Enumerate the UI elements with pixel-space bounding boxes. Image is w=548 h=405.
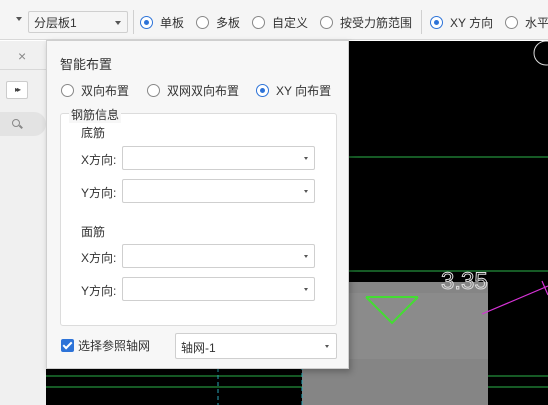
radio-label: XY 向布置 <box>276 84 332 98</box>
grid-select[interactable]: 轴网-1 <box>175 333 337 359</box>
radio-icon <box>147 84 160 97</box>
expand-icon[interactable]: ▸▸ <box>6 81 28 99</box>
radio-icon <box>140 16 153 29</box>
radio-label: 双网双向布置 <box>167 84 240 98</box>
search-icon <box>12 119 20 127</box>
radio-xy-direction[interactable]: XY 方向 <box>430 14 493 31</box>
top-toolbar: 分层板1 单板 多板 自定义 按受力筋范围 XY 方向 水平 <box>0 0 548 40</box>
caret-down-icon <box>304 190 308 193</box>
bottom-y-label: Y方向: <box>81 186 117 200</box>
top-y-label: Y方向: <box>81 284 117 298</box>
top-x-field[interactable] <box>122 244 315 268</box>
top-rebar-heading: 面筋 <box>81 225 106 239</box>
bottom-x-label: X方向: <box>81 153 117 167</box>
caret-down-icon[interactable] <box>16 17 22 21</box>
radio-label: 自定义 <box>272 16 309 30</box>
close-icon[interactable]: × <box>18 48 26 64</box>
radio-icon <box>320 16 333 29</box>
radio-label: 单板 <box>160 16 185 30</box>
side-divider <box>0 69 46 70</box>
bottom-x-field[interactable] <box>122 146 315 170</box>
dimension-label: 3.35 <box>441 268 488 295</box>
caret-down-icon <box>304 255 308 258</box>
grid-select-value: 轴网-1 <box>181 341 216 355</box>
smart-layout-dialog: 智能布置 双向布置 双网双向布置 XY 向布置 钢筋信息 底筋 X方向: Y方向… <box>46 40 349 369</box>
toolbar-divider <box>133 10 134 34</box>
top-x-label: X方向: <box>81 251 117 265</box>
slab-inner <box>349 293 488 359</box>
radio-icon <box>505 16 518 29</box>
caret-down-icon <box>115 21 121 25</box>
radio-multi-board[interactable]: 多板 <box>196 14 240 31</box>
radio-icon <box>61 84 74 97</box>
radio-label: 多板 <box>216 16 241 30</box>
radio-icon <box>256 84 269 97</box>
caret-down-icon <box>304 288 308 291</box>
caret-down-icon <box>304 157 308 160</box>
caret-down-icon <box>325 345 329 348</box>
radio-single-board[interactable]: 单板 <box>140 14 184 31</box>
rebar-info-legend: 钢筋信息 <box>69 106 122 123</box>
dialog-title: 智能布置 <box>60 57 113 72</box>
radio-double-net-bidirectional[interactable]: 双网双向布置 <box>147 82 239 99</box>
use-grid-checkbox[interactable]: 选择参照轴网 <box>61 337 150 354</box>
bottom-y-field[interactable] <box>122 179 315 203</box>
toolbar-divider <box>421 10 422 34</box>
radio-icon <box>196 16 209 29</box>
radio-icon <box>430 16 443 29</box>
side-panel: × ▸▸ <box>0 41 46 405</box>
top-y-field[interactable] <box>122 277 315 301</box>
side-search-button[interactable] <box>0 112 46 136</box>
radio-label: XY 方向 <box>450 16 494 30</box>
radio-custom[interactable]: 自定义 <box>252 14 308 31</box>
radio-label: 双向布置 <box>81 84 130 98</box>
radio-horizontal[interactable]: 水平 <box>505 14 548 31</box>
radio-by-rebar-range[interactable]: 按受力筋范围 <box>320 14 412 31</box>
layer-select[interactable]: 分层板1 <box>28 11 128 33</box>
layer-select-value: 分层板1 <box>34 16 77 30</box>
radio-bidirectional[interactable]: 双向布置 <box>61 82 129 99</box>
checkbox-icon <box>61 339 74 352</box>
radio-label: 按受力筋范围 <box>340 16 413 30</box>
radio-xy-layout[interactable]: XY 向布置 <box>256 82 331 99</box>
radio-label: 水平 <box>525 16 548 30</box>
use-grid-label: 选择参照轴网 <box>78 339 151 353</box>
radio-icon <box>252 16 265 29</box>
bottom-rebar-heading: 底筋 <box>81 126 106 140</box>
